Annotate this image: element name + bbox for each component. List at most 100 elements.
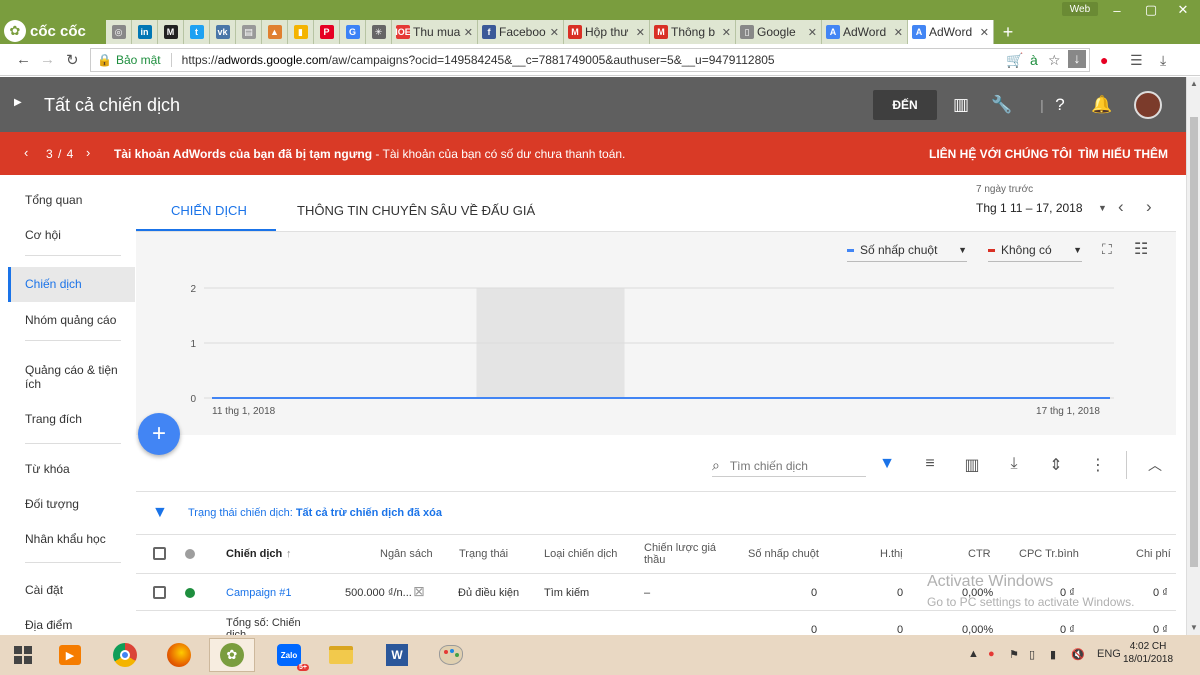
- paint-icon[interactable]: [428, 638, 474, 672]
- sidebar-item-locations[interactable]: Địa điểm: [8, 618, 135, 632]
- word-icon[interactable]: W: [374, 638, 420, 672]
- reload-icon[interactable]: ↻: [66, 51, 79, 69]
- url-field[interactable]: 🔒 Bảo mật https://adwords.google.com/aw/…: [90, 48, 1090, 72]
- learn-more-link[interactable]: TÌM HIỂU THÊM: [1078, 147, 1168, 161]
- browser-tab[interactable]: A AdWord ✕: [908, 20, 994, 44]
- chart-settings-icon[interactable]: ☷: [1134, 239, 1148, 259]
- date-prev-icon[interactable]: ‹: [1118, 197, 1124, 217]
- sidebar-item-ads-extensions[interactable]: Quảng cáo & tiện ích: [8, 363, 123, 391]
- menu-icon[interactable]: ☰: [1130, 52, 1143, 69]
- browser-tab[interactable]: M Hộp thư ✕: [564, 20, 650, 44]
- metric2-select[interactable]: Không có ▼: [988, 243, 1082, 262]
- col-ctr[interactable]: CTR: [968, 548, 991, 560]
- browser-tab[interactable]: IOE Thu mua ✕: [392, 20, 478, 44]
- browser-tab[interactable]: M: [158, 20, 184, 44]
- media-player-icon[interactable]: ▶: [47, 638, 93, 672]
- file-explorer-icon[interactable]: [318, 638, 364, 672]
- browser-tab[interactable]: P: [314, 20, 340, 44]
- col-type[interactable]: Loại chiến dịch: [544, 548, 617, 560]
- select-all-checkbox[interactable]: [153, 547, 166, 560]
- date-next-icon[interactable]: ›: [1146, 197, 1152, 217]
- maximize-icon[interactable]: ▢: [1134, 0, 1168, 20]
- scroll-up-icon[interactable]: ▲: [1190, 79, 1198, 88]
- browser-tab[interactable]: ◎: [106, 20, 132, 44]
- col-budget[interactable]: Ngân sách: [380, 548, 433, 560]
- columns-icon[interactable]: ▥: [960, 455, 984, 475]
- translate-icon[interactable]: à: [1030, 52, 1038, 68]
- expand-rows-icon[interactable]: ⇕: [1044, 455, 1068, 475]
- browser-tab[interactable]: f Faceboo ✕: [478, 20, 564, 44]
- sidebar-item-opportunities[interactable]: Cơ hội: [8, 228, 135, 242]
- tab-close-icon[interactable]: ✕: [722, 26, 731, 39]
- browser-tab[interactable]: M Thông b ✕: [650, 20, 736, 44]
- browser-tab[interactable]: ▲: [262, 20, 288, 44]
- browser-tab[interactable]: G: [340, 20, 366, 44]
- add-campaign-button[interactable]: +: [138, 413, 180, 455]
- taskbar-clock[interactable]: 4:02 CH 18/01/2018: [1123, 640, 1173, 666]
- col-avg-cpc[interactable]: CPC Tr.bình: [1019, 548, 1079, 560]
- col-campaign[interactable]: Chiến dịch: [226, 548, 282, 560]
- sidebar-item-keywords[interactable]: Từ khóa: [8, 462, 135, 476]
- tab-close-icon[interactable]: ✕: [464, 26, 473, 39]
- browser-tab[interactable]: ▤: [236, 20, 262, 44]
- menu-toggle-icon[interactable]: ▶: [14, 97, 22, 108]
- filter-icon[interactable]: ▼: [875, 455, 899, 473]
- goto-button[interactable]: ĐẾN: [873, 90, 937, 120]
- contact-us-link[interactable]: LIÊN HỆ VỚI CHÚNG TÔI: [929, 147, 1072, 161]
- cell-budget[interactable]: 500.000 ₫/n...: [345, 587, 412, 599]
- sidebar-item-landing-pages[interactable]: Trang đích: [8, 412, 135, 426]
- sidebar-item-ad-groups[interactable]: Nhóm quảng cáo: [8, 313, 135, 327]
- volume-icon[interactable]: 🔇: [1071, 648, 1085, 661]
- download-icon[interactable]: ⤓: [1002, 455, 1026, 473]
- back-icon[interactable]: ←: [16, 51, 31, 68]
- col-impressions[interactable]: H.thị: [880, 548, 903, 560]
- network-icon[interactable]: ▮: [1050, 648, 1056, 661]
- campaign-name-link[interactable]: Campaign #1: [226, 587, 291, 599]
- bookmark-star-icon[interactable]: ☆: [1048, 52, 1061, 69]
- tab-close-icon[interactable]: ✕: [550, 26, 559, 39]
- col-status[interactable]: Trạng thái: [459, 548, 508, 560]
- tab-close-icon[interactable]: ✕: [808, 26, 817, 39]
- coccoc-brand[interactable]: ✿ cốc cốc: [4, 20, 86, 42]
- tab-close-icon[interactable]: ✕: [980, 26, 989, 39]
- tools-wrench-icon[interactable]: 🔧: [990, 95, 1014, 115]
- chrome-icon[interactable]: [102, 638, 148, 672]
- coccoc-taskbar-icon[interactable]: ✿: [209, 638, 255, 672]
- sidebar-item-overview[interactable]: Tổng quan: [8, 193, 135, 207]
- sort-up-icon[interactable]: ↑: [286, 548, 292, 560]
- downloads-icon[interactable]: ⤓: [1160, 52, 1166, 69]
- col-bid-strategy[interactable]: Chiến lược giá thầu: [644, 542, 724, 566]
- firefox-icon[interactable]: [156, 638, 202, 672]
- prev-alert-icon[interactable]: ‹: [24, 145, 28, 160]
- scroll-down-icon[interactable]: ▼: [1190, 623, 1198, 632]
- browser-tab[interactable]: t: [184, 20, 210, 44]
- browser-tab[interactable]: ✳: [366, 20, 392, 44]
- budget-chart-icon[interactable]: ⊠: [413, 584, 425, 598]
- zalo-icon[interactable]: Zalo 5+: [266, 638, 312, 672]
- tab-close-icon[interactable]: ✕: [636, 26, 645, 39]
- segment-icon[interactable]: ≡: [918, 455, 942, 473]
- cart-icon[interactable]: 🛒: [1006, 52, 1023, 69]
- close-window-icon[interactable]: ✕: [1166, 0, 1200, 20]
- search-input[interactable]: ⌕ Tìm chiến dịch: [712, 455, 866, 477]
- browser-tab[interactable]: vk: [210, 20, 236, 44]
- filter-row[interactable]: ▼ Trạng thái chiến dịch: Tất cả trừ chiế…: [136, 493, 1176, 535]
- fullscreen-icon[interactable]: ⛶: [1102, 241, 1112, 258]
- download-ext-icon[interactable]: ↓: [1068, 50, 1086, 68]
- sidebar-item-audiences[interactable]: Đối tượng: [8, 497, 135, 511]
- tray-app-icon[interactable]: ●: [988, 648, 995, 660]
- windows-start-icon[interactable]: [0, 638, 46, 672]
- tab-close-icon[interactable]: ✕: [894, 26, 903, 39]
- col-clicks[interactable]: Số nhấp chuột: [748, 548, 819, 560]
- reports-icon[interactable]: ▥: [949, 95, 973, 115]
- browser-tab[interactable]: A AdWord ✕: [822, 20, 908, 44]
- tab-campaigns[interactable]: CHIẾN DỊCH: [171, 203, 247, 218]
- page-scrollbar[interactable]: ▲ ▼: [1186, 77, 1200, 635]
- metric1-select[interactable]: Số nhấp chuột ▼: [847, 243, 967, 262]
- sidebar-item-campaigns[interactable]: Chiến dịch: [8, 267, 135, 302]
- next-alert-icon[interactable]: ›: [86, 145, 90, 160]
- browser-tab[interactable]: ▮: [288, 20, 314, 44]
- forward-icon[interactable]: →: [40, 51, 55, 68]
- notifications-bell-icon[interactable]: 🔔: [1090, 95, 1114, 115]
- language-indicator[interactable]: ENG: [1097, 648, 1121, 660]
